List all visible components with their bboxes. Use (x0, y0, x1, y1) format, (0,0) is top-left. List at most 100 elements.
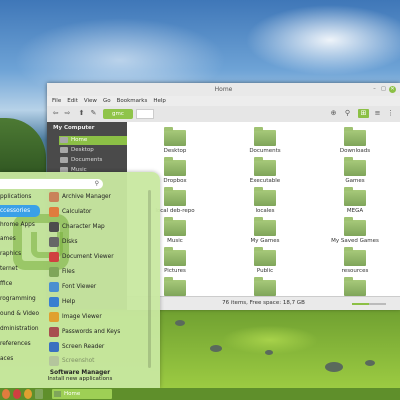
app-disks[interactable]: Disks (48, 235, 77, 249)
sidebar-section-my-computer: My Computer (53, 125, 95, 131)
category-places[interactable]: aces (0, 353, 13, 365)
folder-icon (164, 187, 186, 206)
app-screenshot[interactable]: Screenshot (48, 354, 94, 368)
folder-icon (344, 187, 366, 206)
file-item[interactable]: My Saved Games (325, 217, 385, 244)
folder-icon (164, 247, 186, 266)
folder-icon (254, 277, 276, 296)
character-map-icon (49, 222, 59, 232)
list-view-icon[interactable]: ≡ (373, 109, 382, 118)
software-manager-subtitle: Install new applications (47, 376, 113, 382)
desktop-icon (60, 147, 68, 153)
compact-view-icon[interactable]: ⋮ (386, 109, 395, 118)
window-title: Home (214, 86, 233, 93)
menu-go[interactable]: Go (103, 96, 111, 106)
menu-bookmarks[interactable]: Bookmarks (117, 96, 148, 106)
new-folder-icon[interactable]: ⊕ (329, 109, 338, 118)
back-icon[interactable]: ⇦ (51, 109, 60, 118)
folder-icon (254, 187, 276, 206)
up-icon[interactable]: ⬆ (77, 109, 86, 118)
folder-icon (344, 127, 366, 146)
statusbar: 76 items, Free space: 18,7 GB (127, 296, 400, 310)
chrome-launcher-icon[interactable] (24, 389, 32, 399)
menu-edit[interactable]: Edit (67, 96, 78, 106)
folder-icon (344, 217, 366, 236)
category-preferences[interactable]: references (0, 338, 31, 350)
category-internet[interactable]: ternet (0, 263, 18, 275)
category-graphics[interactable]: raphics (0, 248, 21, 260)
folder-icon (254, 247, 276, 266)
archive-manager-icon (49, 192, 59, 202)
app-document-viewer[interactable]: Document Viewer (48, 250, 114, 264)
file-item[interactable]: Games (325, 157, 385, 184)
file-item[interactable]: Public (235, 247, 295, 274)
home-icon (60, 137, 68, 143)
sidebar-item-home[interactable]: Home (59, 136, 127, 145)
maximize-icon[interactable]: □ (380, 86, 387, 93)
window-titlebar[interactable]: Home – □ ✕ (47, 83, 400, 96)
zoom-slider[interactable] (352, 303, 386, 305)
app-character-map[interactable]: Character Map (48, 220, 105, 234)
folder-icon (164, 217, 186, 236)
file-grid: Desktop Documents Downloads Dropbox Exec… (127, 122, 400, 296)
category-games[interactable]: ames (0, 233, 16, 245)
folder-icon (164, 157, 186, 176)
app-image-viewer[interactable]: Image Viewer (48, 310, 102, 324)
path-field[interactable] (136, 109, 154, 119)
file-item[interactable]: Desktop (145, 127, 205, 154)
file-item[interactable]: Documents (235, 127, 295, 154)
category-sound-video[interactable]: ound & Video (0, 308, 39, 320)
category-administration[interactable]: dministration (0, 323, 39, 335)
app-screen-reader[interactable]: Screen Reader (48, 340, 104, 354)
app-font-viewer[interactable]: Font Viewer (48, 280, 96, 294)
help-icon (49, 297, 59, 307)
sidebar-item-documents[interactable]: Documents (59, 156, 127, 165)
menu-help[interactable]: Help (153, 96, 166, 106)
file-item[interactable]: My Games (235, 217, 295, 244)
file-item[interactable]: MEGA (325, 187, 385, 214)
taskbar-item-home[interactable]: Home (52, 389, 112, 399)
menu-scrollbar[interactable] (148, 190, 151, 368)
icon-view-icon[interactable]: ⊞ (358, 109, 369, 118)
menu-file[interactable]: File (52, 96, 61, 106)
toggle-location-icon[interactable]: ✎ (89, 109, 98, 118)
app-help[interactable]: Help (48, 295, 75, 309)
toolbar: ⇦ ⇨ ⬆ ✎ gmc ⊕ ⚲ ⊞ ≡ ⋮ (47, 106, 400, 123)
screen-reader-icon (49, 342, 59, 352)
file-item[interactable]: Downloads (325, 127, 385, 154)
sidebar-item-desktop[interactable]: Desktop (59, 146, 127, 155)
file-item[interactable]: locales (235, 187, 295, 214)
category-office[interactable]: ffice (0, 278, 12, 290)
forward-icon[interactable]: ⇨ (63, 109, 72, 118)
file-item[interactable]: resources (325, 247, 385, 274)
documents-icon (60, 157, 68, 163)
app-archive-manager[interactable]: Archive Manager (48, 190, 111, 204)
folder-icon (344, 247, 366, 266)
zoom-slider-fill (352, 303, 369, 305)
search-icon: ⚲ (94, 180, 99, 187)
files-icon (49, 267, 59, 277)
menu-launcher-icon[interactable] (2, 389, 10, 399)
browser-launcher-icon[interactable] (13, 389, 21, 399)
menu-view[interactable]: View (84, 96, 97, 106)
category-applications[interactable]: pplications (0, 191, 31, 203)
category-programming[interactable]: rogramming (0, 293, 36, 305)
search-icon[interactable]: ⚲ (343, 109, 352, 118)
category-accessories[interactable]: ccessories (0, 205, 40, 217)
bottom-panel: Home (0, 388, 400, 400)
menu-footer: Software Manager Install new application… (0, 370, 160, 382)
category-chrome-apps[interactable]: hrome Apps (0, 219, 35, 231)
files-launcher-icon[interactable] (35, 389, 43, 399)
app-files[interactable]: Files (48, 265, 75, 279)
file-item[interactable]: Executable (235, 157, 295, 184)
app-passwords-and-keys[interactable]: Passwords and Keys (48, 325, 120, 339)
app-calculator[interactable]: Calculator (48, 205, 91, 219)
breadcrumb-home[interactable]: gmc (103, 109, 133, 119)
menu-search-input[interactable]: ⚲ (0, 179, 103, 189)
minimize-icon[interactable]: – (371, 86, 378, 93)
folder-icon (254, 157, 276, 176)
close-icon[interactable]: ✕ (389, 86, 396, 93)
desktop-folder-icon (164, 127, 186, 146)
wallpaper-grass (150, 300, 400, 388)
image-viewer-icon (49, 312, 59, 322)
